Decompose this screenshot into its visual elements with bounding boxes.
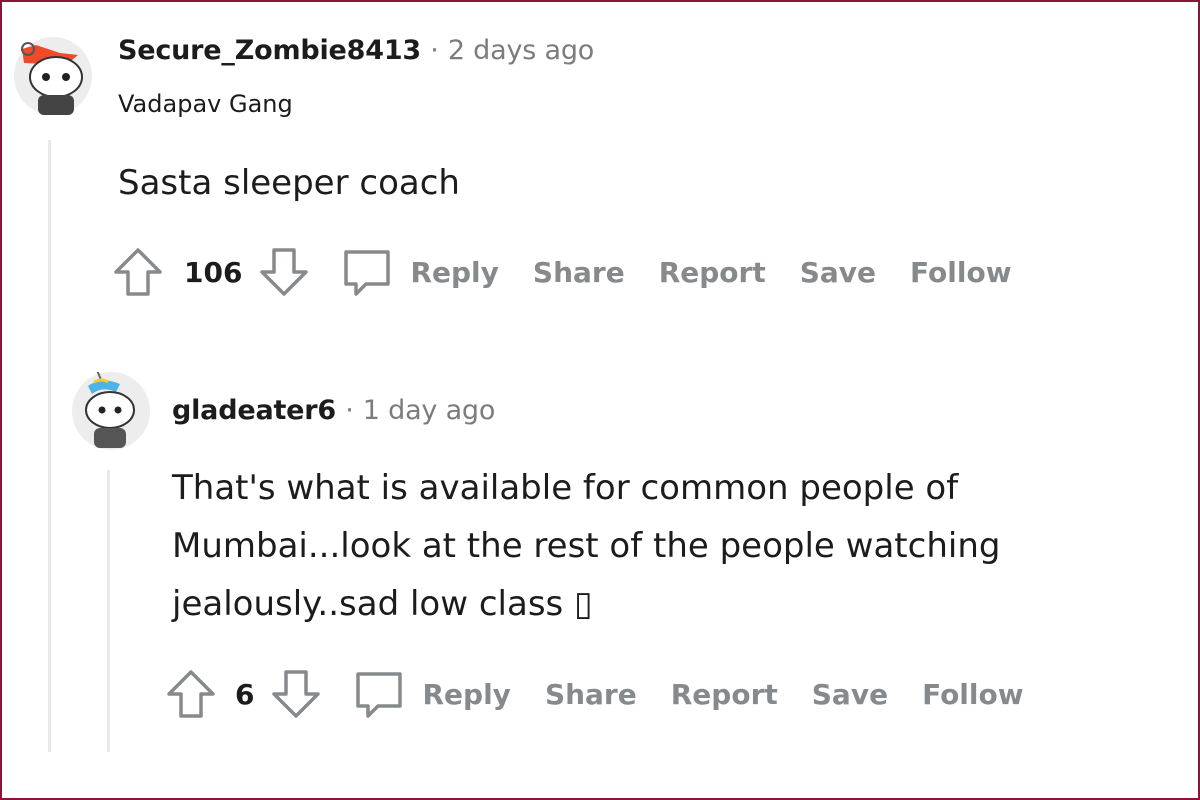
reply-button[interactable]: Reply [422,678,510,711]
snoo-avatar-icon [85,372,135,448]
comment-author[interactable]: gladeater6 · 1 day ago [172,395,495,426]
vote-count: 6 [235,677,255,711]
user-flair: Vadapav Gang [118,90,293,118]
follow-button[interactable]: Follow [910,256,1012,289]
username[interactable]: Secure_Zombie8413 [118,35,421,66]
username[interactable]: gladeater6 [172,395,336,426]
share-button[interactable]: Share [533,256,625,289]
snoo-avatar-icon [21,42,83,115]
downvote-icon[interactable] [258,246,310,298]
avatar[interactable] [14,37,92,115]
comment-actions: 6 Reply Share Report Save Follow [165,669,1024,719]
comment-body: Sasta sleeper coach [118,154,460,212]
comment-bubble-icon[interactable] [352,668,406,720]
comment-text: Sasta sleeper coach [118,163,460,203]
separator-dot: · [430,35,439,66]
comment-author[interactable]: Secure_Zombie8413 · 2 days ago [118,35,594,66]
timestamp[interactable]: 1 day ago [363,395,496,426]
separator-dot: · [345,395,354,426]
timestamp[interactable]: 2 days ago [448,35,594,66]
comment-text-line: Mumbai...look at the rest of the people … [172,526,1001,566]
upvote-icon[interactable] [112,246,164,298]
comment-actions: 106 Reply Share Report Save Follow [112,247,1012,297]
save-button[interactable]: Save [800,256,876,289]
upvote-icon[interactable] [165,668,217,720]
thread-line[interactable] [48,140,51,752]
downvote-icon[interactable] [270,668,322,720]
report-button[interactable]: Report [671,678,778,711]
share-button[interactable]: Share [545,678,637,711]
vote-count: 106 [184,255,243,289]
save-button[interactable]: Save [812,678,888,711]
comment-bubble-icon[interactable] [340,246,394,298]
comment-text-line: That's what is available for common peop… [172,468,959,508]
comment-text-line: jealously..sad low class ▯ [172,584,593,624]
reply-button[interactable]: Reply [410,256,498,289]
report-button[interactable]: Report [659,256,766,289]
thread-line[interactable] [107,470,110,752]
screenshot-frame: Secure_Zombie8413 · 2 days ago Vadapav G… [0,0,1200,800]
comment-body: That's what is available for common peop… [172,459,1172,633]
avatar[interactable] [72,372,150,450]
follow-button[interactable]: Follow [922,678,1024,711]
